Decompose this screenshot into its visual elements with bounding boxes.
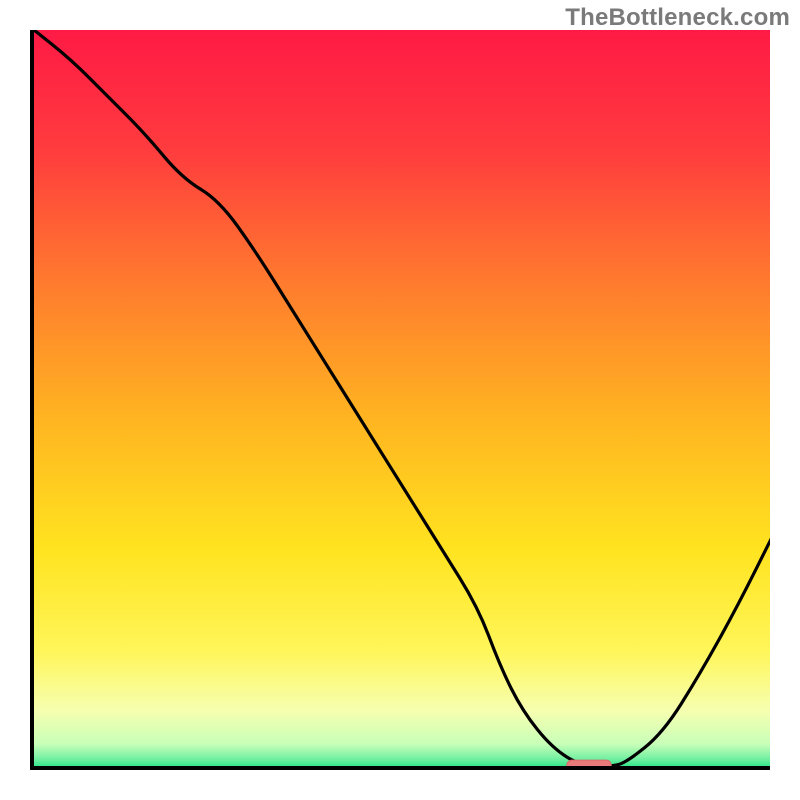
optimal-marker <box>567 760 611 770</box>
chart-svg <box>34 30 770 770</box>
chart-container: TheBottleneck.com <box>0 0 800 800</box>
watermark-text: TheBottleneck.com <box>565 4 790 32</box>
gradient-background <box>34 30 770 770</box>
plot-area <box>30 30 770 770</box>
